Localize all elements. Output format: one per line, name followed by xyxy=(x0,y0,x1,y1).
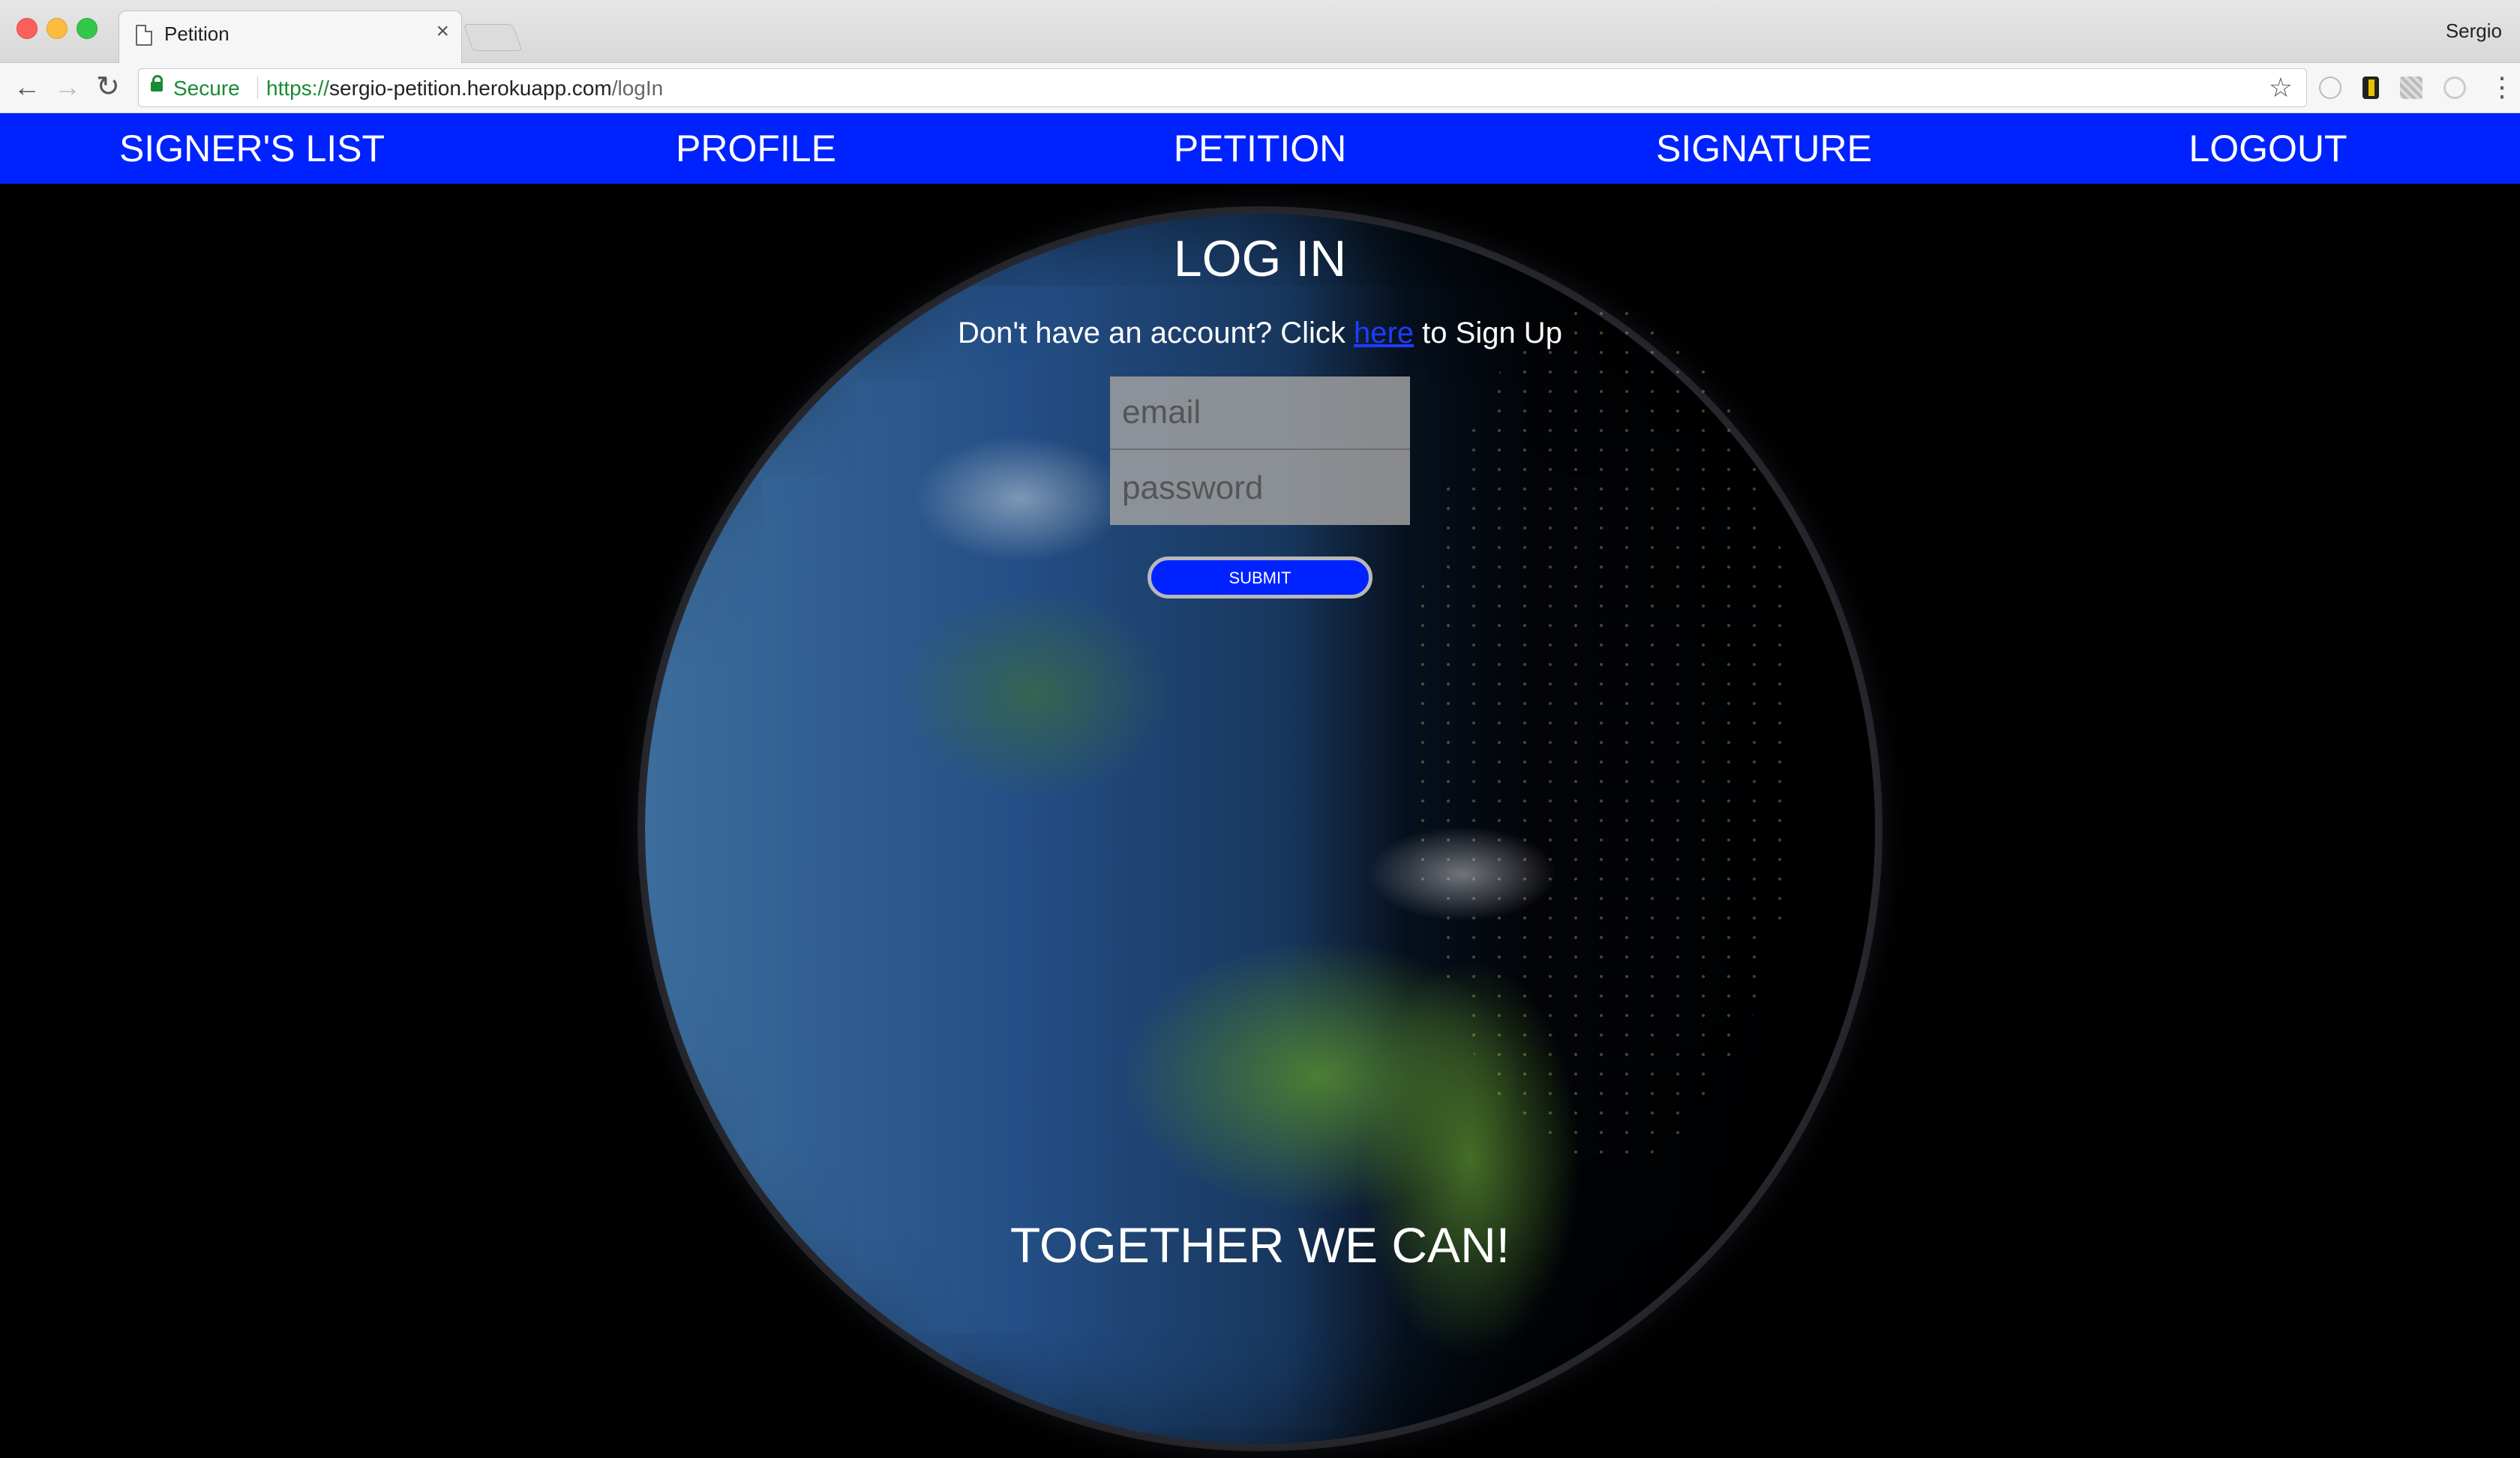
signup-suffix: to Sign Up xyxy=(1414,316,1562,350)
extension-ring-icon[interactable] xyxy=(2444,76,2466,99)
tab-title: Petition xyxy=(164,22,230,45)
new-tab-button[interactable] xyxy=(463,24,523,51)
extension-grid-icon[interactable] xyxy=(2400,76,2422,99)
address-bar[interactable]: Secure https://sergio-petition.herokuapp… xyxy=(138,68,2307,107)
site-navbar: SIGNER'S LIST PROFILE PETITION SIGNATURE… xyxy=(0,113,2520,184)
page-icon xyxy=(136,25,152,46)
secure-label: Secure xyxy=(173,76,240,100)
signup-link[interactable]: here xyxy=(1354,316,1414,350)
extension-circle-icon[interactable] xyxy=(2319,76,2342,99)
tab-close-icon[interactable]: × xyxy=(436,20,449,43)
signup-prompt: Don't have an account? Click here to Sig… xyxy=(0,315,2520,351)
minimize-window-button[interactable] xyxy=(46,18,68,39)
url-path: /logIn xyxy=(611,76,664,100)
city-lights-decoration xyxy=(1410,304,1800,1166)
lock-icon xyxy=(151,75,163,92)
password-field[interactable] xyxy=(1110,452,1410,525)
browser-titlebar: Petition × Sergio xyxy=(0,0,2520,63)
close-window-button[interactable] xyxy=(16,18,38,39)
submit-button[interactable]: SUBMIT xyxy=(1148,556,1372,598)
reload-icon[interactable]: ↻ xyxy=(96,72,120,102)
bookmark-star-icon[interactable]: ☆ xyxy=(2269,72,2293,104)
browser-toolbar: ← → ↻ Secure https://sergio-petition.her… xyxy=(0,63,2520,113)
signup-prefix: Don't have an account? Click xyxy=(958,316,1354,350)
nav-petition[interactable]: PETITION xyxy=(1008,113,1512,184)
nav-logout[interactable]: LOGOUT xyxy=(2016,113,2520,184)
profile-name[interactable]: Sergio xyxy=(2446,20,2502,43)
login-form xyxy=(1110,376,1410,525)
back-arrow-icon[interactable]: ← xyxy=(14,72,40,102)
tagline: TOGETHER WE CAN! xyxy=(1010,1217,1510,1273)
browser-menu-icon[interactable]: ⋮ xyxy=(2488,72,2516,102)
forward-arrow-icon[interactable]: → xyxy=(54,72,81,102)
browser-tab[interactable]: Petition × xyxy=(118,10,462,63)
address-divider xyxy=(257,76,258,99)
extension-bookmark-icon[interactable] xyxy=(2362,76,2379,99)
nav-profile[interactable]: PROFILE xyxy=(504,113,1008,184)
email-field[interactable] xyxy=(1110,376,1410,450)
login-title: LOG IN xyxy=(1173,230,1347,287)
nav-signature[interactable]: SIGNATURE xyxy=(1512,113,2016,184)
url-host: sergio-petition.herokuapp.com xyxy=(329,76,612,100)
url-protocol: https:// xyxy=(266,76,330,100)
nav-signers-list[interactable]: SIGNER'S LIST xyxy=(0,113,504,184)
url-text: https://sergio-petition.herokuapp.com/lo… xyxy=(266,76,663,100)
maximize-window-button[interactable] xyxy=(76,18,98,39)
